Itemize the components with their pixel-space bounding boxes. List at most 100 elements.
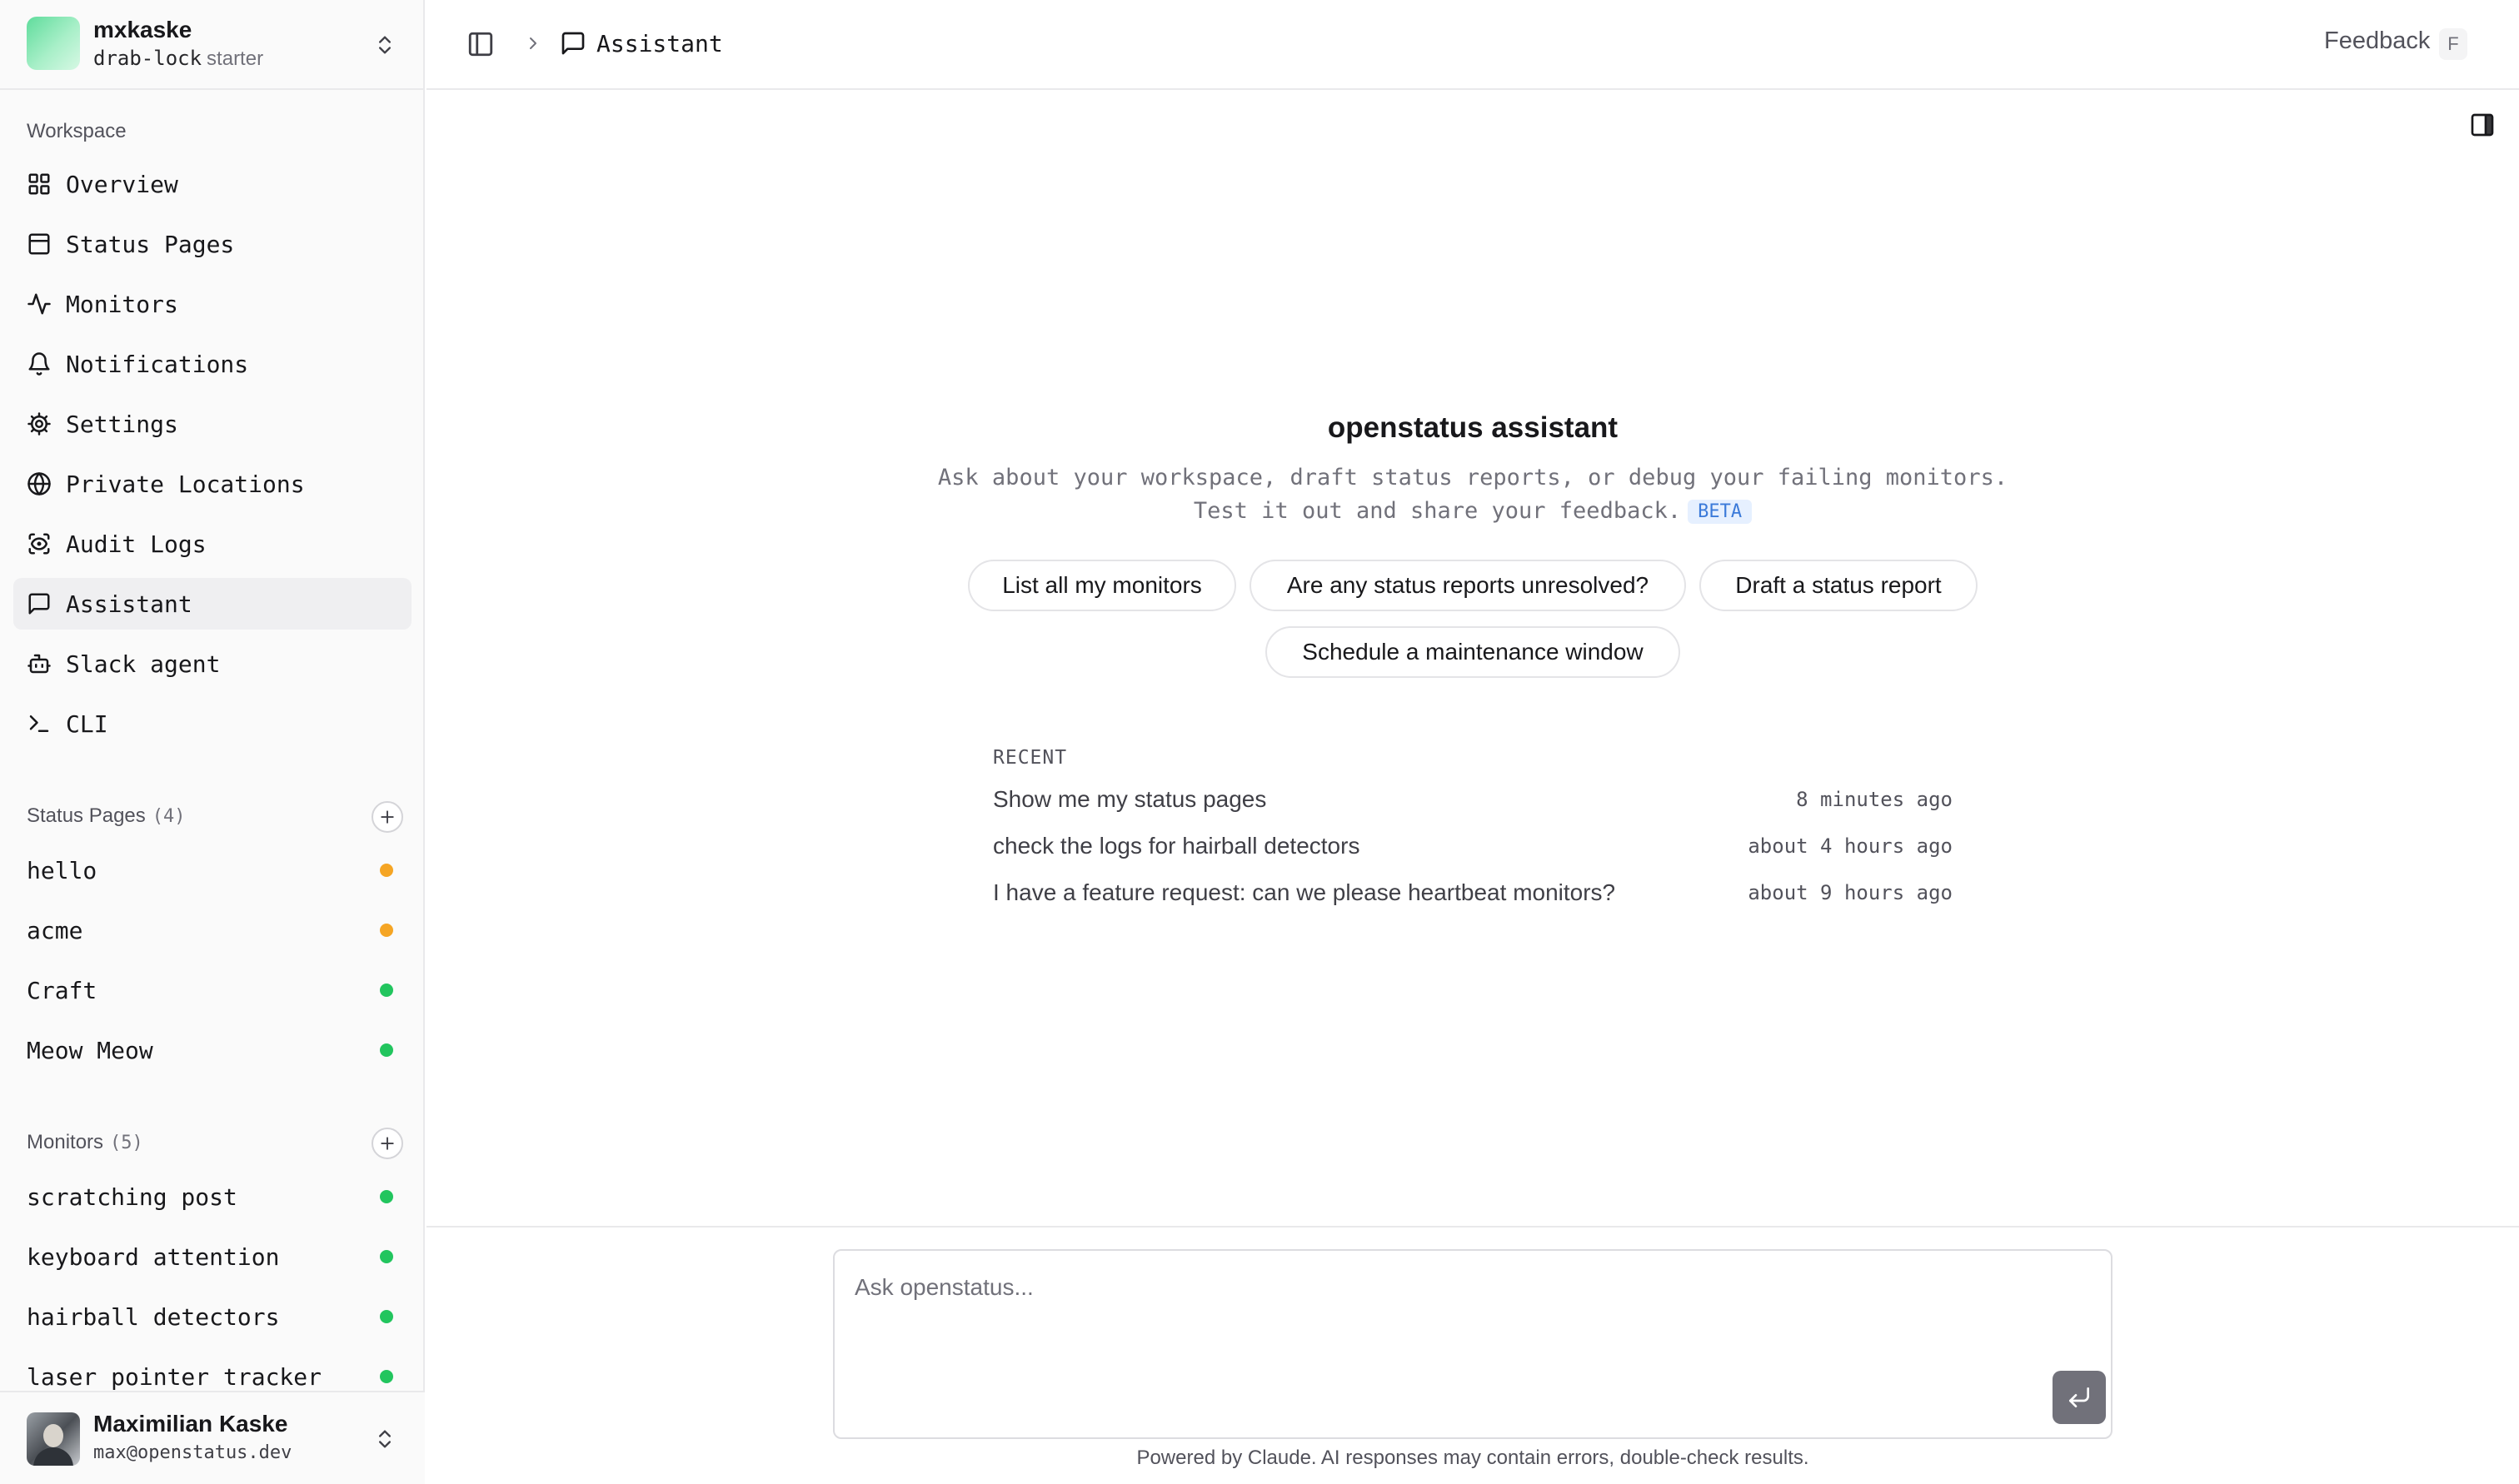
sidebar-item-private-locations[interactable]: Private Locations <box>13 458 412 510</box>
sidebar-item-notifications[interactable]: Notifications <box>13 338 412 390</box>
status-dot <box>380 1250 393 1263</box>
chevron-right-icon <box>530 37 536 49</box>
status-dot <box>380 1370 393 1383</box>
monitor-item-hairball-detectors[interactable]: hairball detectors <box>13 1291 412 1342</box>
sidebar-item-label: CLI <box>66 710 108 738</box>
recent-label: RECENT <box>993 747 1068 769</box>
status-page-item-acme[interactable]: acme <box>13 904 412 956</box>
recent-chat-item[interactable]: check the logs for hairball detectors ab… <box>993 829 1953 869</box>
sidebar-item-monitors[interactable]: Monitors <box>13 278 412 330</box>
user-email: max@openstatus.dev <box>93 1442 292 1463</box>
status-pages-label: Status Pages (4) <box>27 804 186 828</box>
monitor-name: laser pointer tracker <box>27 1363 322 1391</box>
status-dot <box>380 864 393 877</box>
assistant-subtitle-text: Test it out and share your feedback. <box>1193 498 1682 524</box>
status-dot <box>380 1043 393 1057</box>
recent-chat-title: Show me my status pages <box>993 786 1267 812</box>
sidebar-item-cli[interactable]: CLI <box>13 698 412 749</box>
sidebar-item-label: Private Locations <box>66 471 305 498</box>
topbar: Assistant Feedback F <box>426 0 2519 90</box>
plus-icon <box>381 810 394 824</box>
recent-chat-item[interactable]: Show me my status pages 8 minutes ago <box>993 783 1953 823</box>
assistant-subtitle-line-2: Test it out and share your feedback. BETA <box>426 498 2519 524</box>
chevrons-up-down-icon <box>379 1430 391 1448</box>
sidebar-toggle-icon[interactable] <box>466 30 495 58</box>
terminal-icon <box>29 715 49 732</box>
status-page-name: acme <box>27 917 83 944</box>
send-button[interactable] <box>2053 1371 2106 1424</box>
monitors-count: (5) <box>110 1133 143 1153</box>
sidebar-item-status-pages[interactable]: Status Pages <box>13 218 412 270</box>
suggestion-list-monitors[interactable]: List all my monitors <box>968 560 1236 611</box>
team-subtitle: drab-lock starter <box>93 47 263 71</box>
sidebar-item-assistant[interactable]: Assistant <box>13 578 412 630</box>
status-pages-label-text: Status Pages <box>27 804 146 827</box>
scan-eye-icon <box>28 533 50 555</box>
assistant-subtitle-line-1: Ask about your workspace, draft status r… <box>937 465 2008 491</box>
monitors-label-text: Monitors <box>27 1131 104 1153</box>
sidebar: mxkaske drab-lock starter Workspace Overv… <box>0 0 425 1484</box>
beta-badge: BETA <box>1688 500 1753 524</box>
status-dot <box>380 1190 393 1203</box>
page-title: openstatus assistant <box>1327 411 1619 444</box>
layout-grid-icon <box>28 173 50 195</box>
monitor-name: scratching post <box>27 1183 237 1211</box>
panel-top-icon <box>28 233 50 255</box>
sidebar-item-label: Monitors <box>66 291 178 318</box>
recent-chat-time: 8 minutes ago <box>1796 788 1953 811</box>
status-page-name: Meow Meow <box>27 1037 153 1064</box>
team-slug: drab-lock <box>93 47 202 70</box>
recent-chat-time: about 4 hours ago <box>1748 834 1953 858</box>
sidebar-item-label: Notifications <box>66 351 249 378</box>
monitor-name: keyboard attention <box>27 1243 280 1271</box>
chevrons-up-down-icon <box>379 36 391 54</box>
team-logo <box>27 17 80 70</box>
workspace-label: Workspace <box>27 120 127 142</box>
plus-icon <box>381 1137 394 1150</box>
add-status-page-button[interactable] <box>372 801 403 833</box>
team-plan: starter <box>207 47 264 70</box>
globe-icon <box>27 472 51 495</box>
suggestion-unresolved-reports[interactable]: Are any status reports unresolved? <box>1250 560 1686 611</box>
message-square-icon <box>28 593 50 615</box>
sidebar-item-settings[interactable]: Settings <box>13 398 412 450</box>
monitor-item-keyboard-attention[interactable]: keyboard attention <box>13 1231 412 1282</box>
monitor-item-scratching-post[interactable]: scratching post <box>13 1171 412 1223</box>
sidebar-item-label: Slack agent <box>66 650 221 678</box>
sidebar-item-slack-agent[interactable]: Slack agent <box>13 638 412 690</box>
status-page-item-craft[interactable]: Craft <box>13 964 412 1016</box>
team-name: mxkaske <box>93 17 192 42</box>
sidebar-item-overview[interactable]: Overview <box>13 158 412 210</box>
recent-chat-time: about 9 hours ago <box>1748 881 1953 904</box>
status-page-item-hello[interactable]: hello <box>13 844 412 896</box>
avatar <box>27 1412 80 1466</box>
sidebar-item-audit-logs[interactable]: Audit Logs <box>13 518 412 570</box>
feedback-button[interactable]: Feedback <box>2324 27 2430 55</box>
monitors-label: Monitors (5) <box>27 1131 143 1154</box>
status-page-item-meow-meow[interactable]: Meow Meow <box>13 1024 412 1076</box>
corner-down-left-icon <box>2069 1387 2089 1407</box>
status-dot <box>380 984 393 997</box>
right-panel-toggle-icon[interactable] <box>2469 112 2496 138</box>
recent-chat-title: I have a feature request: can we please … <box>993 879 1616 905</box>
recent-chat-title: check the logs for hairball detectors <box>993 833 1360 859</box>
activity-icon <box>27 293 51 315</box>
team-switcher[interactable]: mxkaske drab-lock starter <box>0 0 425 90</box>
message-square-icon <box>561 32 585 55</box>
suggestion-schedule-maintenance[interactable]: Schedule a maintenance window <box>1265 626 1680 678</box>
suggestion-draft-status-report[interactable]: Draft a status report <box>1699 560 1978 611</box>
composer[interactable] <box>833 1249 2112 1439</box>
breadcrumb[interactable]: Assistant <box>596 30 723 57</box>
monitor-name: hairball detectors <box>27 1303 280 1331</box>
bell-icon <box>28 352 50 376</box>
cog-icon <box>27 412 51 436</box>
add-monitor-button[interactable] <box>372 1128 403 1159</box>
sidebar-item-label: Audit Logs <box>66 530 207 558</box>
status-pages-count: (4) <box>152 806 186 827</box>
chat-input[interactable] <box>855 1271 2021 1304</box>
user-menu[interactable]: Maximilian Kaske max@openstatus.dev <box>0 1391 425 1484</box>
feedback-shortcut: F <box>2439 28 2467 60</box>
powered-by-note: Powered by Claude. AI responses may cont… <box>1136 1447 1809 1469</box>
status-page-name: Craft <box>27 977 97 1004</box>
recent-chat-item[interactable]: I have a feature request: can we please … <box>993 876 1953 916</box>
